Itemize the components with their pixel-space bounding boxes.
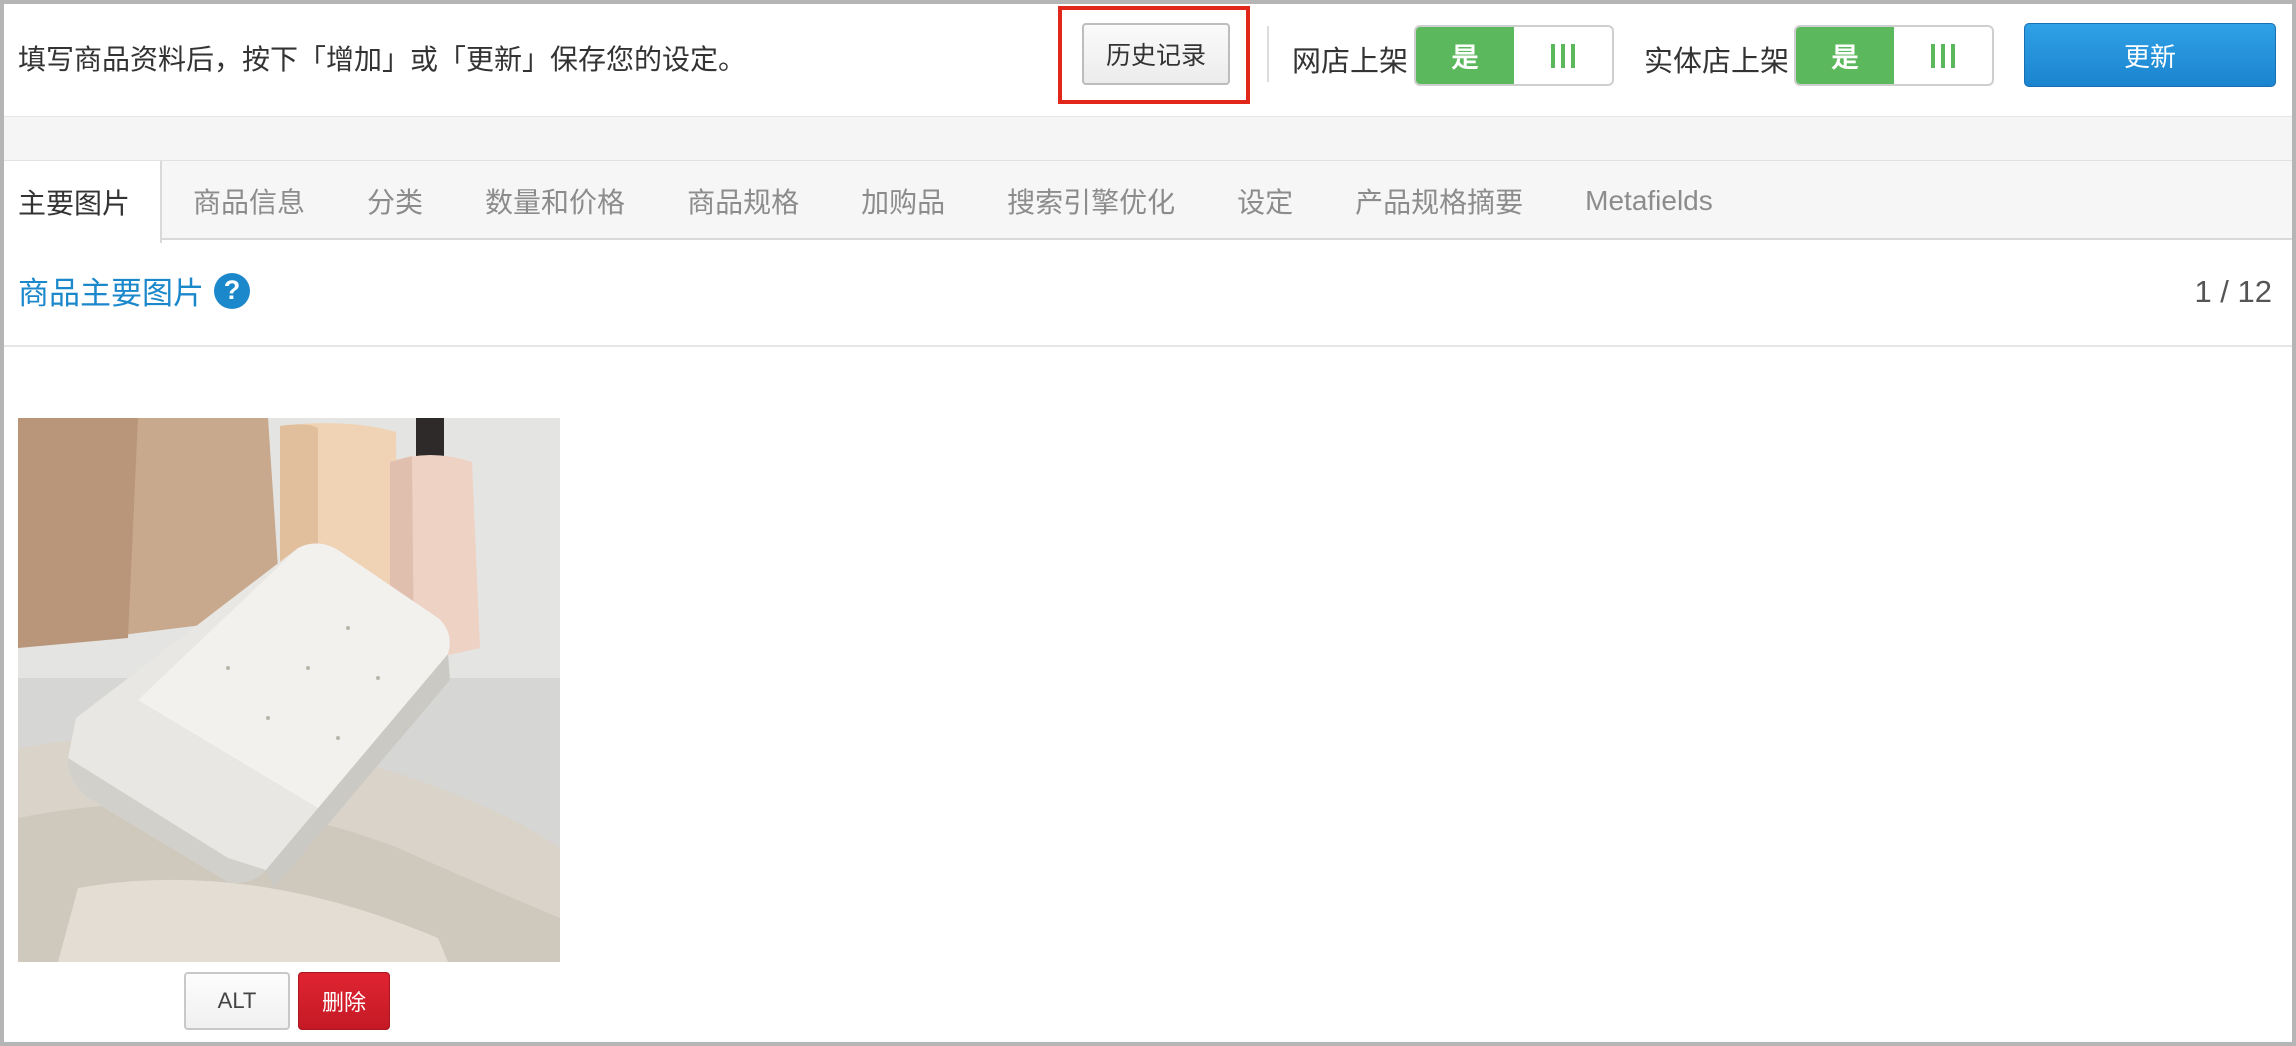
- soap-photo: [18, 418, 560, 962]
- online-store-label: 网店上架: [1292, 46, 1409, 78]
- page-frame: 填写商品资料后，按下「增加」或「更新」保存您的设定。 历史记录 网店上架 是 实…: [0, 0, 2296, 1046]
- section-heading: 商品主要图片 ?: [18, 268, 250, 313]
- online-store-toggle-on[interactable]: 是: [1416, 27, 1514, 84]
- online-store-toggle-off[interactable]: [1514, 27, 1612, 84]
- tab-add-ons[interactable]: 加购品: [830, 161, 976, 241]
- image-alt-button[interactable]: ALT: [184, 972, 290, 1030]
- history-button[interactable]: 历史记录: [1082, 23, 1230, 85]
- section-title: 商品主要图片: [18, 276, 204, 311]
- help-icon[interactable]: ?: [214, 272, 250, 309]
- toggle-grip-icon: [1931, 43, 1955, 68]
- toolbar-spacer: [4, 116, 2292, 160]
- update-button[interactable]: 更新: [2024, 23, 2276, 87]
- tab-settings[interactable]: 设定: [1206, 161, 1324, 241]
- toolbar-divider: [1267, 26, 1269, 82]
- tab-metafields[interactable]: Metafields: [1554, 161, 1744, 241]
- tab-spec-summary[interactable]: 产品规格摘要: [1324, 161, 1554, 241]
- tab-main-images[interactable]: 主要图片: [4, 161, 163, 243]
- tab-categories[interactable]: 分类: [336, 161, 454, 241]
- instruction-text: 填写商品资料后，按下「增加」或「更新」保存您的设定。: [18, 44, 747, 75]
- physical-store-toggle-off[interactable]: [1894, 27, 1992, 84]
- tab-quantity-price[interactable]: 数量和价格: [454, 161, 656, 241]
- tab-product-info[interactable]: 商品信息: [162, 161, 336, 241]
- image-page-count: 1 / 12: [2194, 274, 2272, 309]
- online-store-toggle[interactable]: 是: [1414, 25, 1614, 86]
- tab-variants[interactable]: 商品规格: [656, 161, 830, 241]
- image-delete-button[interactable]: 删除: [298, 972, 390, 1030]
- physical-store-toggle-on[interactable]: 是: [1796, 27, 1894, 84]
- section-divider: [4, 345, 2292, 347]
- product-main-image[interactable]: [18, 418, 560, 962]
- top-toolbar: 填写商品资料后，按下「增加」或「更新」保存您的设定。 历史记录 网店上架 是 实…: [4, 4, 2292, 116]
- tab-seo[interactable]: 搜索引擎优化: [976, 161, 1206, 241]
- physical-store-label: 实体店上架: [1644, 46, 1790, 78]
- tab-bar: 主要图片 商品信息 分类 数量和价格 商品规格 加购品 搜索引擎优化 设定 产品…: [4, 160, 2292, 243]
- physical-store-toggle[interactable]: 是: [1794, 25, 1994, 86]
- toggle-grip-icon: [1551, 43, 1575, 68]
